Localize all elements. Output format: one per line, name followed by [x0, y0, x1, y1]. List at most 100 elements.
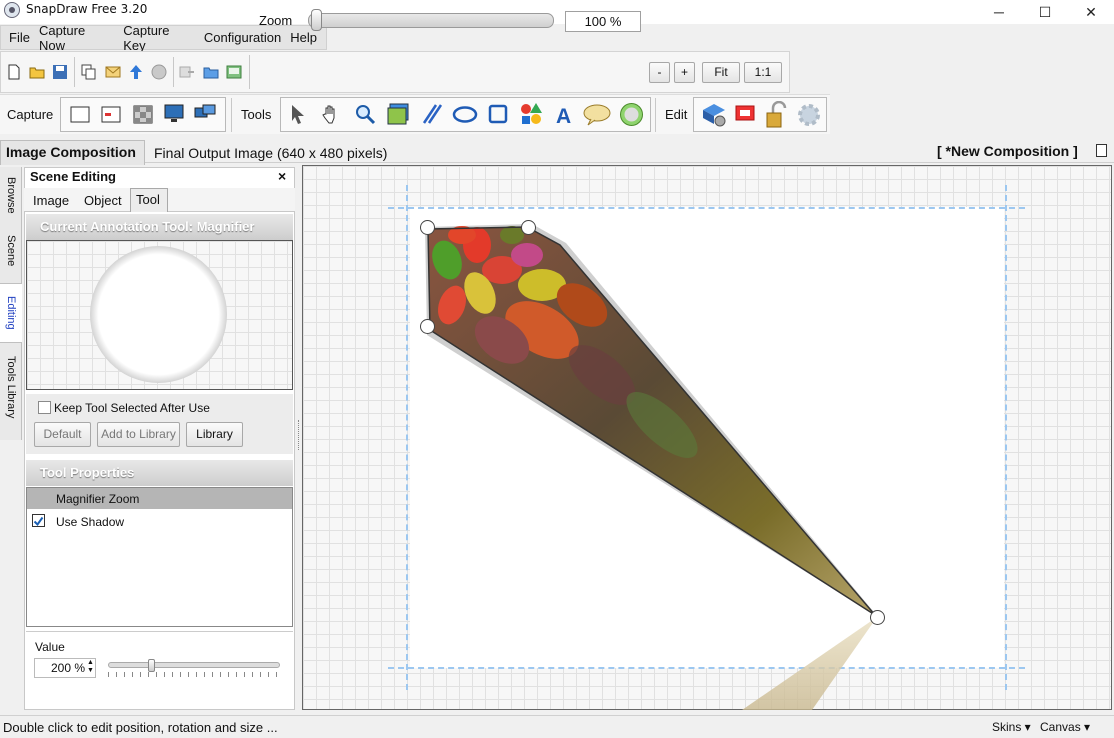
composition-name: [ *New Composition ]	[937, 143, 1078, 159]
zoom-actual-size-button[interactable]: 1:1	[744, 62, 782, 83]
toolbar-separator	[249, 55, 250, 89]
spin-arrows-icon[interactable]: ▲ ▼	[87, 659, 94, 675]
svg-text:A: A	[556, 105, 571, 126]
rectangle-tool-icon[interactable]	[488, 104, 508, 124]
current-tool-header: Current Annotation Tool: Magnifier	[26, 214, 293, 240]
checkmark-icon	[33, 516, 44, 527]
callout-tool-icon[interactable]	[583, 104, 611, 126]
toolbar-separator	[74, 57, 75, 87]
settings-icon[interactable]	[795, 101, 823, 129]
use-shadow-label: Use Shadow	[56, 515, 125, 529]
capture-label: Capture	[7, 107, 54, 122]
toolbar-separator	[173, 57, 174, 87]
resize-handle-top-left[interactable]	[420, 220, 435, 235]
text-tool-icon[interactable]: A	[554, 104, 574, 126]
zoom-slider[interactable]	[308, 13, 554, 28]
open-folder-icon[interactable]	[29, 64, 45, 80]
magnifier-annotation[interactable]	[302, 165, 1112, 710]
resize-handle-left[interactable]	[420, 319, 435, 334]
tab-image-composition[interactable]: Image Composition	[0, 140, 145, 165]
tools-label: Tools	[241, 107, 272, 122]
hand-pan-icon[interactable]	[321, 104, 341, 125]
menu-capture-now[interactable]: Capture Now	[39, 23, 114, 53]
status-bar: Double click to edit position, rotation …	[0, 715, 1114, 738]
menu-capture-key[interactable]: Capture Key	[123, 23, 195, 53]
default-button[interactable]: Default	[34, 422, 91, 447]
canvas-menu[interactable]: Canvas ▾	[1040, 720, 1090, 734]
magnifier-target-handle[interactable]	[870, 610, 885, 625]
panel-close-button[interactable]: ×	[278, 168, 286, 184]
skins-menu[interactable]: Skins ▾	[992, 720, 1031, 734]
region-capture-icon[interactable]	[101, 106, 121, 123]
title-bar: SnapDraw Free 3.20 ─ ☐ ✕	[0, 0, 1114, 24]
web-globe-icon[interactable]	[151, 64, 167, 80]
effects-icon[interactable]	[700, 102, 728, 128]
new-document-icon[interactable]	[6, 64, 22, 80]
screen-capture-icon[interactable]	[164, 104, 184, 123]
value-slider[interactable]	[108, 662, 280, 668]
zoom-out-button[interactable]: -	[649, 62, 670, 83]
copy-icon[interactable]	[81, 64, 97, 80]
blur-tool-icon[interactable]	[619, 102, 644, 127]
line-tool-icon[interactable]	[421, 103, 443, 125]
value-slider-ticks	[108, 672, 280, 677]
ellipse-tool-icon[interactable]	[452, 106, 478, 123]
toolbar-separator	[655, 98, 656, 132]
library-button[interactable]: Library	[186, 422, 243, 447]
tab-final-output-image[interactable]: Final Output Image (640 x 480 pixels)	[154, 145, 387, 161]
resize-handle-top-right[interactable]	[521, 220, 536, 235]
window-capture-icon[interactable]	[70, 106, 90, 123]
window-title: SnapDraw Free 3.20	[26, 2, 148, 16]
magnifier-preview-icon	[90, 246, 227, 383]
canvas-label: Canvas	[1040, 720, 1081, 734]
minimize-button[interactable]: ─	[976, 0, 1022, 24]
subtab-tool[interactable]: Tool	[130, 188, 168, 212]
arrow-pointer-icon[interactable]	[289, 104, 307, 125]
zoom-label: Zoom	[259, 13, 293, 28]
zoom-value-field[interactable]: 100 %	[565, 11, 641, 32]
panel-splitter[interactable]	[298, 420, 300, 450]
status-message: Double click to edit position, rotation …	[3, 720, 278, 735]
tool-properties-header: Tool Properties	[26, 460, 293, 486]
edit-label: Edit	[665, 107, 688, 122]
email-icon[interactable]	[105, 64, 121, 80]
keep-tool-selected-label: Keep Tool Selected After Use	[54, 401, 210, 415]
side-tab-browse[interactable]: Browse	[0, 170, 22, 220]
side-tab-tools-library[interactable]: Tools Library	[0, 350, 22, 424]
property-row-magnifier-zoom[interactable]: Magnifier Zoom	[27, 488, 292, 509]
freehand-capture-icon[interactable]	[133, 105, 153, 124]
subtab-image[interactable]: Image	[33, 193, 69, 208]
subtab-object[interactable]: Object	[84, 193, 122, 208]
zoom-fit-button[interactable]: Fit	[702, 62, 740, 83]
zoom-slider-thumb[interactable]	[311, 9, 322, 31]
panel-title: Scene Editing	[30, 169, 116, 184]
image-export-icon[interactable]	[226, 64, 242, 80]
keep-tool-selected-checkbox[interactable]	[38, 401, 51, 414]
image-insert-icon[interactable]	[387, 102, 411, 126]
use-shadow-checkbox[interactable]	[32, 514, 45, 527]
lock-icon[interactable]	[765, 101, 789, 129]
add-to-library-button[interactable]: Add to Library	[97, 422, 180, 447]
menu-bar: File Capture Now Capture Key Configurati…	[0, 23, 327, 53]
menu-help[interactable]: Help	[290, 30, 317, 45]
close-button[interactable]: ✕	[1068, 0, 1114, 24]
value-slider-thumb[interactable]	[148, 659, 155, 672]
crop-icon[interactable]	[732, 102, 758, 128]
new-page-icon[interactable]	[1096, 144, 1107, 157]
shapes-tool-icon[interactable]	[519, 102, 543, 126]
upload-arrow-icon[interactable]	[128, 64, 144, 80]
send-folder-icon[interactable]	[203, 64, 219, 80]
side-tab-editing[interactable]: Editing	[0, 283, 22, 343]
app-logo-icon	[4, 2, 20, 18]
zoom-in-button[interactable]: +	[674, 62, 695, 83]
menu-file[interactable]: File	[9, 30, 30, 45]
side-tab-scene[interactable]: Scene	[0, 228, 22, 274]
magnifier-icon[interactable]	[355, 104, 376, 125]
maximize-button[interactable]: ☐	[1022, 0, 1068, 24]
multi-screen-capture-icon[interactable]	[194, 104, 216, 123]
menu-configuration[interactable]: Configuration	[204, 30, 281, 45]
save-disk-icon[interactable]	[52, 64, 68, 80]
export-icon[interactable]	[179, 64, 195, 80]
toolbar-separator	[231, 98, 232, 132]
value-label: Value	[35, 640, 65, 654]
